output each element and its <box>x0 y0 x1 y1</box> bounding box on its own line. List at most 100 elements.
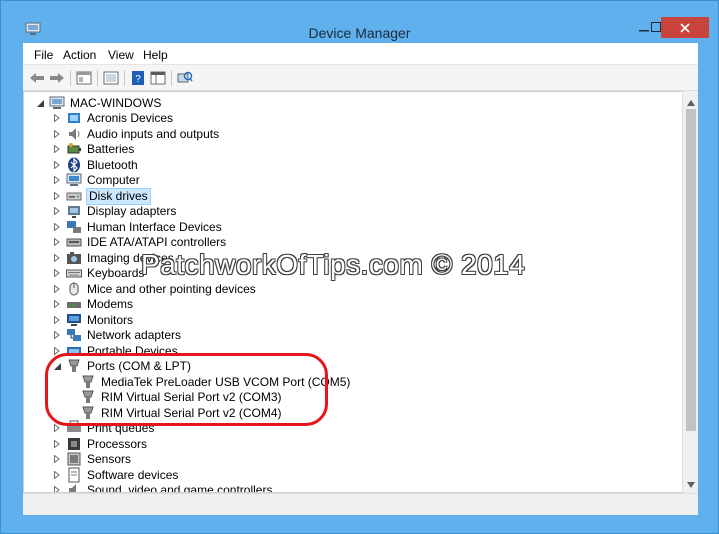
expand-arrow-icon[interactable] <box>51 143 63 155</box>
tree-item-keyboards[interactable]: Keyboards <box>51 265 145 281</box>
device-manager-window: Device Manager File Action View Help ? M… <box>0 0 719 534</box>
expand-arrow-icon[interactable] <box>51 267 63 279</box>
close-button[interactable] <box>661 17 709 38</box>
tree-item-monitors[interactable]: Monitors <box>51 312 134 328</box>
title-bar[interactable]: Device Manager <box>1 1 718 43</box>
tree-item-label: Sensors <box>87 451 132 466</box>
tree-item-bluetooth[interactable]: Bluetooth <box>51 157 139 173</box>
tree-item-hid[interactable]: Human Interface Devices <box>51 219 223 235</box>
tree-item-display-adapters[interactable]: Display adapters <box>51 203 177 219</box>
battery-icon <box>66 141 82 157</box>
tree-item-sensors[interactable]: Sensors <box>51 451 132 467</box>
tree-item-label: Software devices <box>87 467 179 482</box>
vertical-scrollbar[interactable] <box>682 91 698 493</box>
tree-item-sound[interactable]: Sound, video and game controllers <box>51 482 273 493</box>
computer-icon <box>66 172 82 188</box>
properties-view-icon[interactable] <box>74 68 94 88</box>
help-icon[interactable]: ? <box>128 68 148 88</box>
watermark-text: PatchworkOfTips.com © 2014 <box>141 249 526 280</box>
hid-icon <box>66 219 82 235</box>
tree-item-label: Bluetooth <box>87 157 138 172</box>
tree-item-computer[interactable]: Computer <box>51 172 141 188</box>
ide-controller-icon <box>66 234 82 250</box>
scan-hardware-icon[interactable] <box>175 68 195 88</box>
tree-item-acronis[interactable]: Acronis Devices <box>51 110 174 126</box>
back-icon[interactable] <box>27 68 47 88</box>
menu-file[interactable]: File <box>34 48 53 62</box>
expand-arrow-icon[interactable] <box>51 252 63 264</box>
close-icon <box>680 22 690 33</box>
tree-item-label: Processors <box>87 436 148 451</box>
tree-item-label: Monitors <box>87 312 134 327</box>
tree-item-label: Mice and other pointing devices <box>87 281 256 296</box>
svg-text:?: ? <box>135 74 141 85</box>
window-title: Device Manager <box>308 25 411 41</box>
bluetooth-icon <box>66 157 82 173</box>
keyboard-icon <box>66 265 82 281</box>
expand-arrow-icon[interactable] <box>51 128 63 140</box>
acronis-icon <box>66 110 82 126</box>
menu-bar: File Action View Help <box>23 43 698 65</box>
computer-icon <box>49 95 65 111</box>
modem-icon <box>66 296 82 312</box>
tree-item-label: Audio inputs and outputs <box>87 126 220 141</box>
tree-item-label: Human Interface Devices <box>87 219 222 234</box>
sensor-icon <box>66 451 82 467</box>
expand-arrow-icon[interactable] <box>51 236 63 248</box>
tree-item-ide[interactable]: IDE ATA/ATAPI controllers <box>51 234 227 250</box>
expand-arrow-icon[interactable] <box>51 159 63 171</box>
expand-arrow-icon[interactable] <box>51 469 63 481</box>
tree-item-processors[interactable]: Processors <box>51 436 148 452</box>
tree-root[interactable]: MAC-WINDOWS <box>34 95 162 111</box>
expand-arrow-icon[interactable] <box>51 453 63 465</box>
scroll-down-icon[interactable] <box>687 477 695 491</box>
expand-arrow-icon[interactable] <box>51 329 63 341</box>
device-list-icon[interactable] <box>101 68 121 88</box>
expand-arrow-icon[interactable] <box>51 298 63 310</box>
network-adapter-icon <box>66 327 82 343</box>
expand-arrow-icon[interactable] <box>51 190 63 202</box>
highlight-annotation <box>45 353 328 426</box>
menu-help[interactable]: Help <box>143 48 168 62</box>
tree-item-label: Network adapters <box>87 327 182 342</box>
expand-arrow-icon[interactable] <box>51 438 63 450</box>
tree-item-mice[interactable]: Mice and other pointing devices <box>51 281 257 297</box>
tree-item-label: Display adapters <box>87 203 177 218</box>
display-adapter-icon <box>66 203 82 219</box>
expand-arrow-icon[interactable] <box>51 221 63 233</box>
forward-icon[interactable] <box>47 68 67 88</box>
camera-icon <box>66 250 82 266</box>
tree-item-label: IDE ATA/ATAPI controllers <box>87 234 227 249</box>
expand-arrow-icon[interactable] <box>51 112 63 124</box>
speaker-icon <box>66 126 82 142</box>
status-bar <box>23 493 698 515</box>
tree-item-software[interactable]: Software devices <box>51 467 179 483</box>
expand-arrow-icon[interactable] <box>51 484 63 492</box>
tree-item-audio[interactable]: Audio inputs and outputs <box>51 126 220 142</box>
collapse-arrow-icon[interactable] <box>34 97 46 109</box>
grid-view-icon[interactable] <box>148 68 168 88</box>
device-tree[interactable]: MAC-WINDOWS Acronis Devices Audio inputs… <box>23 91 698 493</box>
tree-item-batteries[interactable]: Batteries <box>51 141 135 157</box>
tree-item-label: Computer <box>87 172 140 187</box>
scroll-up-icon[interactable] <box>687 95 695 109</box>
tree-item-network[interactable]: Network adapters <box>51 327 182 343</box>
mouse-icon <box>66 281 82 297</box>
tree-item-disk-drives[interactable]: Disk drives <box>51 187 151 205</box>
tree-item-modems[interactable]: Modems <box>51 296 134 312</box>
tree-item-label: Sound, video and game controllers <box>87 482 273 493</box>
expand-arrow-icon[interactable] <box>51 205 63 217</box>
tree-item-label: Keyboards <box>87 265 145 280</box>
software-device-icon <box>66 467 82 483</box>
tree-item-label: Batteries <box>87 141 135 156</box>
disk-drive-icon <box>66 188 82 204</box>
menu-action[interactable]: Action <box>63 48 96 62</box>
expand-arrow-icon[interactable] <box>51 174 63 186</box>
expand-arrow-icon[interactable] <box>51 283 63 295</box>
expand-arrow-icon[interactable] <box>51 314 63 326</box>
tree-item-label: Modems <box>87 296 134 311</box>
menu-view[interactable]: View <box>108 48 134 62</box>
processor-icon <box>66 436 82 452</box>
tree-item-label: Acronis Devices <box>87 110 174 125</box>
scrollbar-thumb[interactable] <box>686 109 696 431</box>
